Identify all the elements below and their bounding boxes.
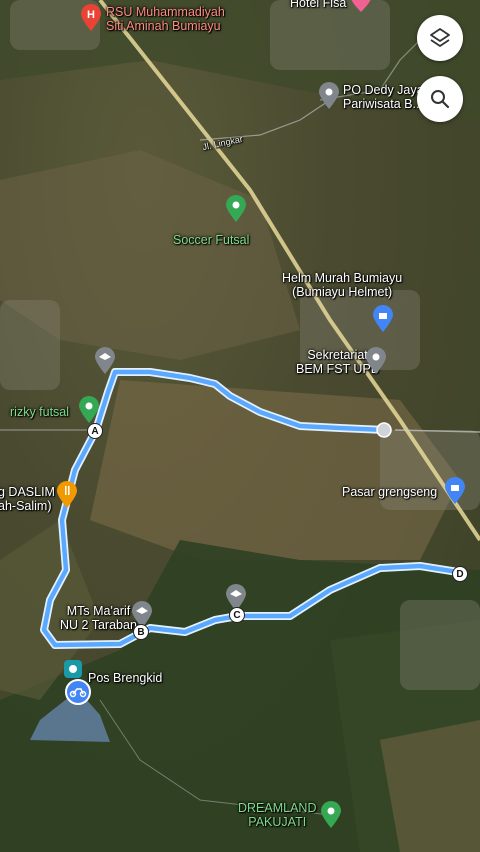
school-pin-a[interactable] bbox=[94, 347, 116, 380]
waypoint-a[interactable]: A bbox=[87, 423, 103, 439]
label-hotel[interactable]: Hotel Fisa bbox=[290, 0, 346, 10]
label-dreamland[interactable]: DREAMLAND PAKUJATI bbox=[238, 801, 317, 829]
waypoint-d[interactable]: D bbox=[452, 566, 468, 582]
label-helm-murah[interactable]: Helm Murah Bumiayu (Bumiayu Helmet) bbox=[282, 271, 402, 299]
market-pin[interactable] bbox=[444, 477, 466, 510]
label-daslim[interactable]: g DASLIM ah-Salim) bbox=[0, 485, 55, 513]
label-mts[interactable]: MTs Ma'arif NU 2 Taraban bbox=[60, 604, 137, 632]
label-pasar[interactable]: Pasar grengseng bbox=[342, 485, 437, 499]
label-soccer-futsal[interactable]: Soccer Futsal bbox=[173, 233, 249, 247]
bus-pin[interactable] bbox=[318, 82, 340, 115]
hotel-pin[interactable] bbox=[350, 0, 372, 19]
sekretariat-pin[interactable] bbox=[365, 347, 387, 380]
route-start-dot bbox=[376, 422, 392, 438]
label-rizky-futsal[interactable]: rizky futsal bbox=[10, 405, 69, 419]
map-view[interactable]: H RSU Muhammadiyah Siti Aminah Bumiayu H… bbox=[0, 0, 480, 852]
restaurant-pin[interactable] bbox=[56, 481, 78, 514]
waypoint-b[interactable]: B bbox=[133, 624, 149, 640]
dreamland-pin[interactable] bbox=[320, 801, 342, 834]
waypoint-c[interactable]: C bbox=[229, 607, 245, 623]
label-rsu[interactable]: RSU Muhammadiyah Siti Aminah Bumiayu bbox=[106, 5, 225, 33]
layers-button[interactable] bbox=[417, 15, 463, 61]
search-icon bbox=[431, 90, 450, 109]
soccer-pin[interactable] bbox=[225, 195, 247, 228]
satellite-terrain bbox=[0, 0, 480, 852]
shopping-pin[interactable] bbox=[372, 305, 394, 338]
svg-text:H: H bbox=[87, 9, 95, 21]
hospital-pin[interactable]: H bbox=[80, 4, 102, 37]
motorcycle-location-icon bbox=[65, 679, 91, 710]
search-button[interactable] bbox=[417, 76, 463, 122]
layers-icon bbox=[430, 28, 450, 47]
label-pos-brengkid[interactable]: Pos Brengkid bbox=[88, 671, 162, 685]
label-po-dedy[interactable]: PO Dedy Jaya Pariwisata B... bbox=[343, 83, 424, 111]
